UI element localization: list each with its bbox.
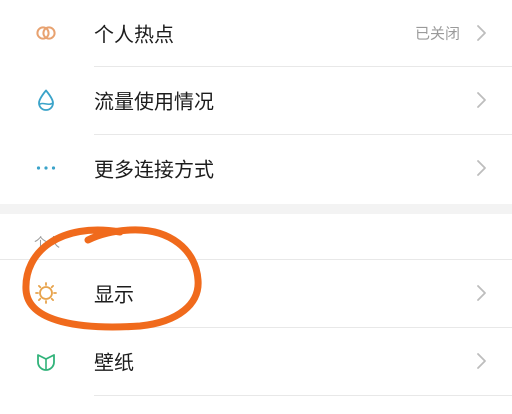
data-usage-label: 流量使用情况 [94, 89, 214, 114]
more-connections-icon [36, 166, 56, 170]
chevron-right-icon [477, 353, 486, 369]
chevron-right-icon [477, 285, 486, 301]
hotspot-icon [36, 26, 56, 40]
data-usage-icon [38, 89, 54, 111]
settings-row-wallpaper[interactable]: 壁纸 [0, 328, 512, 394]
section-title: 个人 [34, 236, 61, 251]
chevron-right-icon [477, 25, 486, 41]
display-icon [35, 282, 57, 304]
settings-row-data-usage[interactable]: 流量使用情况 [0, 67, 512, 133]
hotspot-label: 个人热点 [94, 22, 174, 47]
chevron-right-icon [477, 92, 486, 108]
settings-row-display[interactable]: 显示 [0, 260, 512, 326]
section-gap [0, 204, 512, 214]
more-connections-label: 更多连接方式 [94, 157, 214, 182]
wallpaper-icon [37, 354, 55, 371]
section-header-personal: 个人 [0, 214, 512, 258]
chevron-right-icon [477, 160, 486, 176]
row-divider [94, 395, 512, 396]
hotspot-status: 已关闭 [414, 24, 460, 43]
settings-row-more-connections[interactable]: 更多连接方式 [0, 135, 512, 201]
settings-row-hotspot[interactable]: 个人热点 已关闭 [0, 0, 512, 66]
wallpaper-label: 壁纸 [94, 350, 134, 375]
display-label: 显示 [94, 282, 134, 307]
